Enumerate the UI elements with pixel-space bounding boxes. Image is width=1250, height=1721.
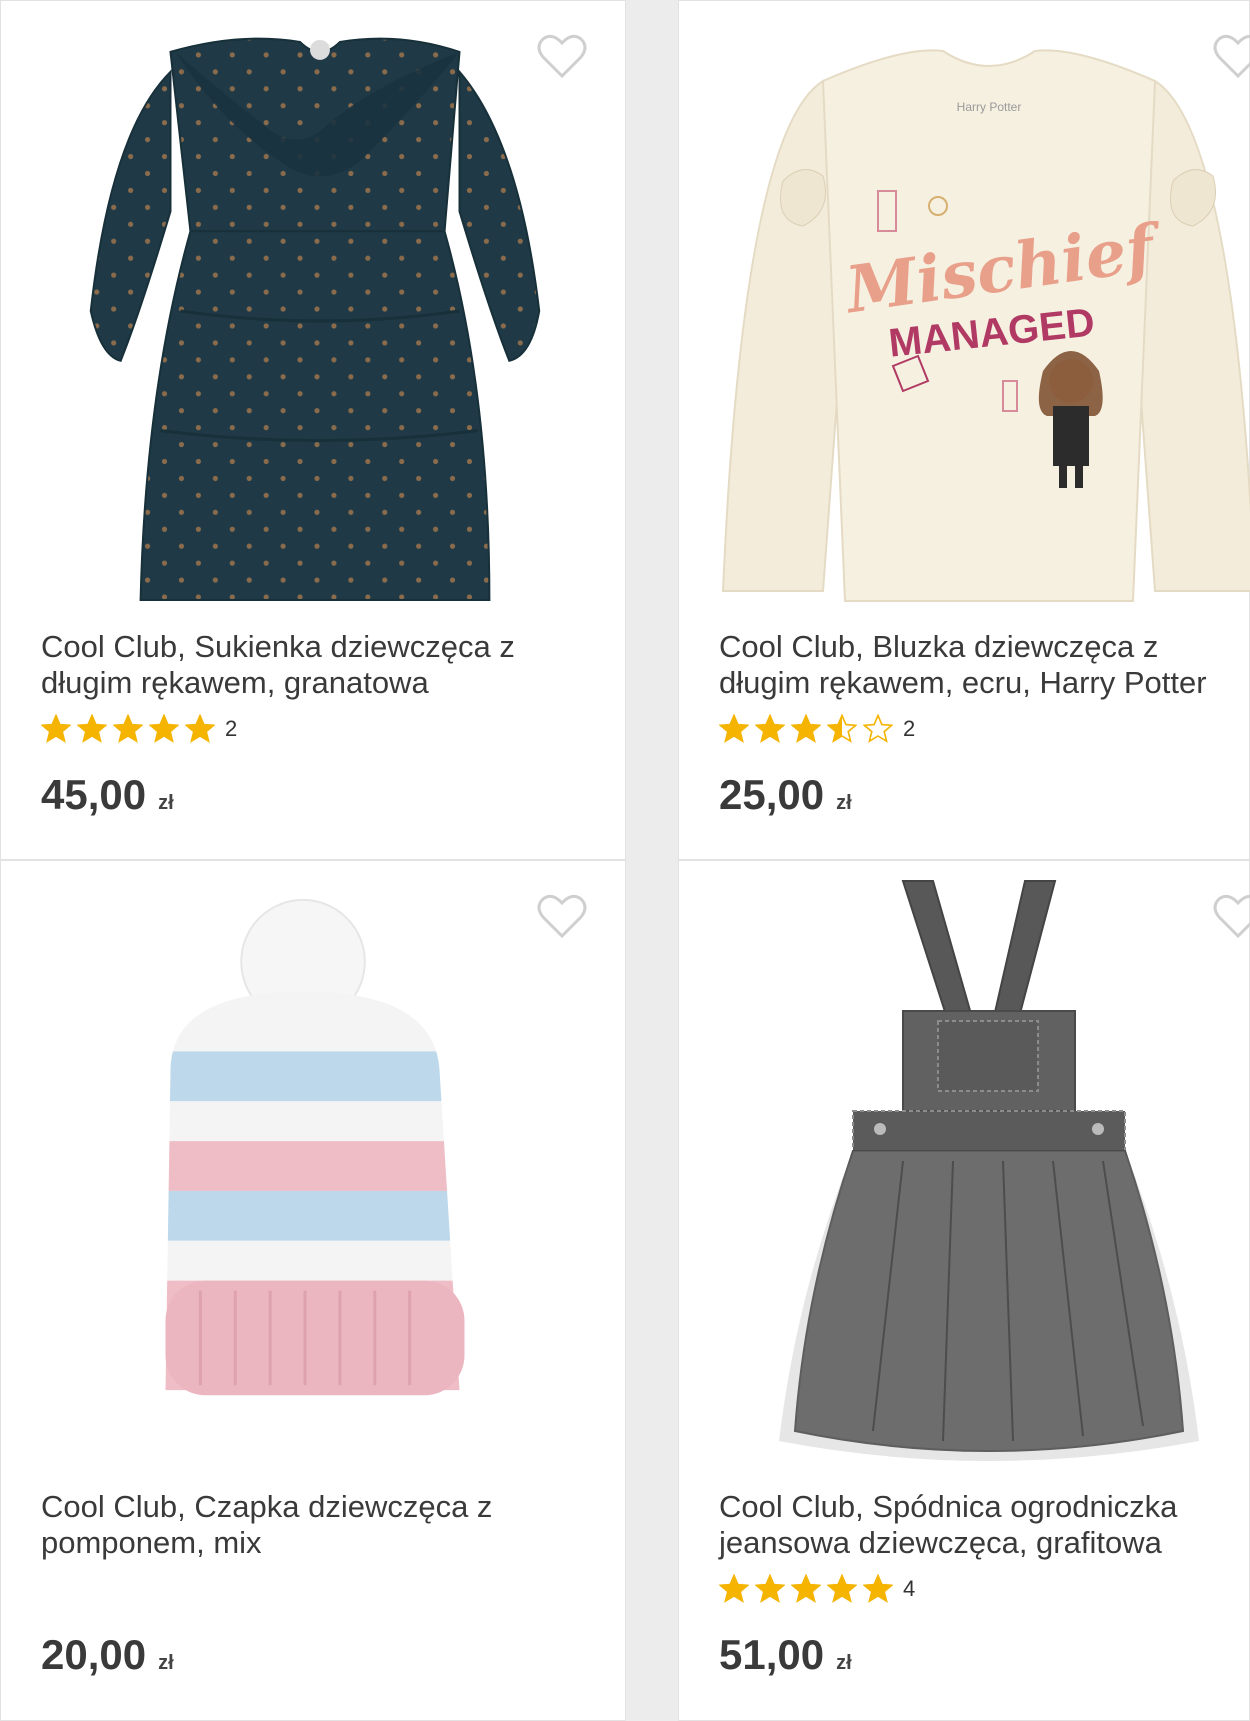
product-card[interactable]: Harry Potter Mischief MANAGED Cool Club,… (678, 0, 1250, 860)
product-image-navy-dress[interactable] (21, 11, 605, 611)
star-full-icon (791, 714, 821, 744)
wishlist-heart-icon[interactable] (1213, 893, 1250, 939)
product-title-line[interactable]: Cool Club, Spódnica ogrodniczka (719, 1489, 1250, 1525)
rating-stars: 4 (719, 1573, 915, 1605)
product-title[interactable]: Cool Club, Spódnica ogrodniczka jeansowa… (719, 1489, 1250, 1561)
price-currency: zł (836, 792, 852, 814)
review-count: 2 (903, 716, 916, 741)
wishlist-heart-icon[interactable] (537, 893, 587, 939)
review-count: 4 (903, 1576, 916, 1601)
star-full-icon (863, 1574, 893, 1604)
price-value: 51,00 (719, 1631, 825, 1678)
price-value: 45,00 (41, 771, 147, 818)
star-full-icon (719, 1574, 749, 1604)
rating-stars: 2 (41, 713, 237, 745)
product-grid: Cool Club, Sukienka dziewczęca z długim … (0, 0, 1250, 1721)
star-full-icon (755, 1574, 785, 1604)
product-title-line[interactable]: pomponem, mix (41, 1525, 601, 1561)
star-half-icon (827, 714, 857, 744)
wishlist-heart-icon[interactable] (1213, 33, 1250, 79)
price-currency: zł (158, 792, 174, 814)
product-price: 45,00 zł (41, 771, 174, 819)
product-title[interactable]: Cool Club, Sukienka dziewczęca z długim … (41, 629, 601, 701)
star-full-icon (719, 714, 749, 744)
product-title-line[interactable]: Cool Club, Bluzka dziewczęca z (719, 629, 1250, 665)
star-full-icon (149, 714, 179, 744)
product-image-striped-hat[interactable] (21, 871, 605, 1471)
star-empty-icon (863, 714, 893, 744)
product-image-grey-pinafore[interactable] (699, 871, 1250, 1471)
product-card[interactable]: Cool Club, Sukienka dziewczęca z długim … (0, 0, 626, 860)
star-full-icon (791, 1574, 821, 1604)
price-currency: zł (836, 1652, 852, 1674)
product-title-line[interactable]: Cool Club, Czapka dziewczęca z (41, 1489, 601, 1525)
product-title[interactable]: Cool Club, Bluzka dziewczęca z długim rę… (719, 629, 1250, 701)
star-full-icon (755, 714, 785, 744)
product-title-line[interactable]: długim rękawem, granatowa (41, 665, 601, 701)
product-title[interactable]: Cool Club, Czapka dziewczęca z pomponem,… (41, 1489, 601, 1561)
price-value: 20,00 (41, 1631, 147, 1678)
product-card[interactable]: Cool Club, Czapka dziewczęca z pomponem,… (0, 860, 626, 1721)
review-count: 2 (225, 716, 238, 741)
star-full-icon (113, 714, 143, 744)
product-title-line[interactable]: Cool Club, Sukienka dziewczęca z (41, 629, 601, 665)
wishlist-heart-icon[interactable] (537, 33, 587, 79)
star-full-icon (77, 714, 107, 744)
rating-stars: 2 (719, 713, 915, 745)
product-image-ecru-shirt[interactable]: Harry Potter Mischief MANAGED (699, 11, 1250, 611)
star-full-icon (41, 714, 71, 744)
price-currency: zł (158, 1652, 174, 1674)
product-price: 25,00 zł (719, 771, 852, 819)
star-full-icon (185, 714, 215, 744)
price-value: 25,00 (719, 771, 825, 818)
product-price: 51,00 zł (719, 1631, 852, 1679)
star-full-icon (827, 1574, 857, 1604)
svg-text:Harry Potter: Harry Potter (957, 100, 1022, 114)
product-card[interactable]: Cool Club, Spódnica ogrodniczka jeansowa… (678, 860, 1250, 1721)
product-price: 20,00 zł (41, 1631, 174, 1679)
product-title-line[interactable]: długim rękawem, ecru, Harry Potter (719, 665, 1250, 701)
product-title-line[interactable]: jeansowa dziewczęca, grafitowa (719, 1525, 1250, 1561)
